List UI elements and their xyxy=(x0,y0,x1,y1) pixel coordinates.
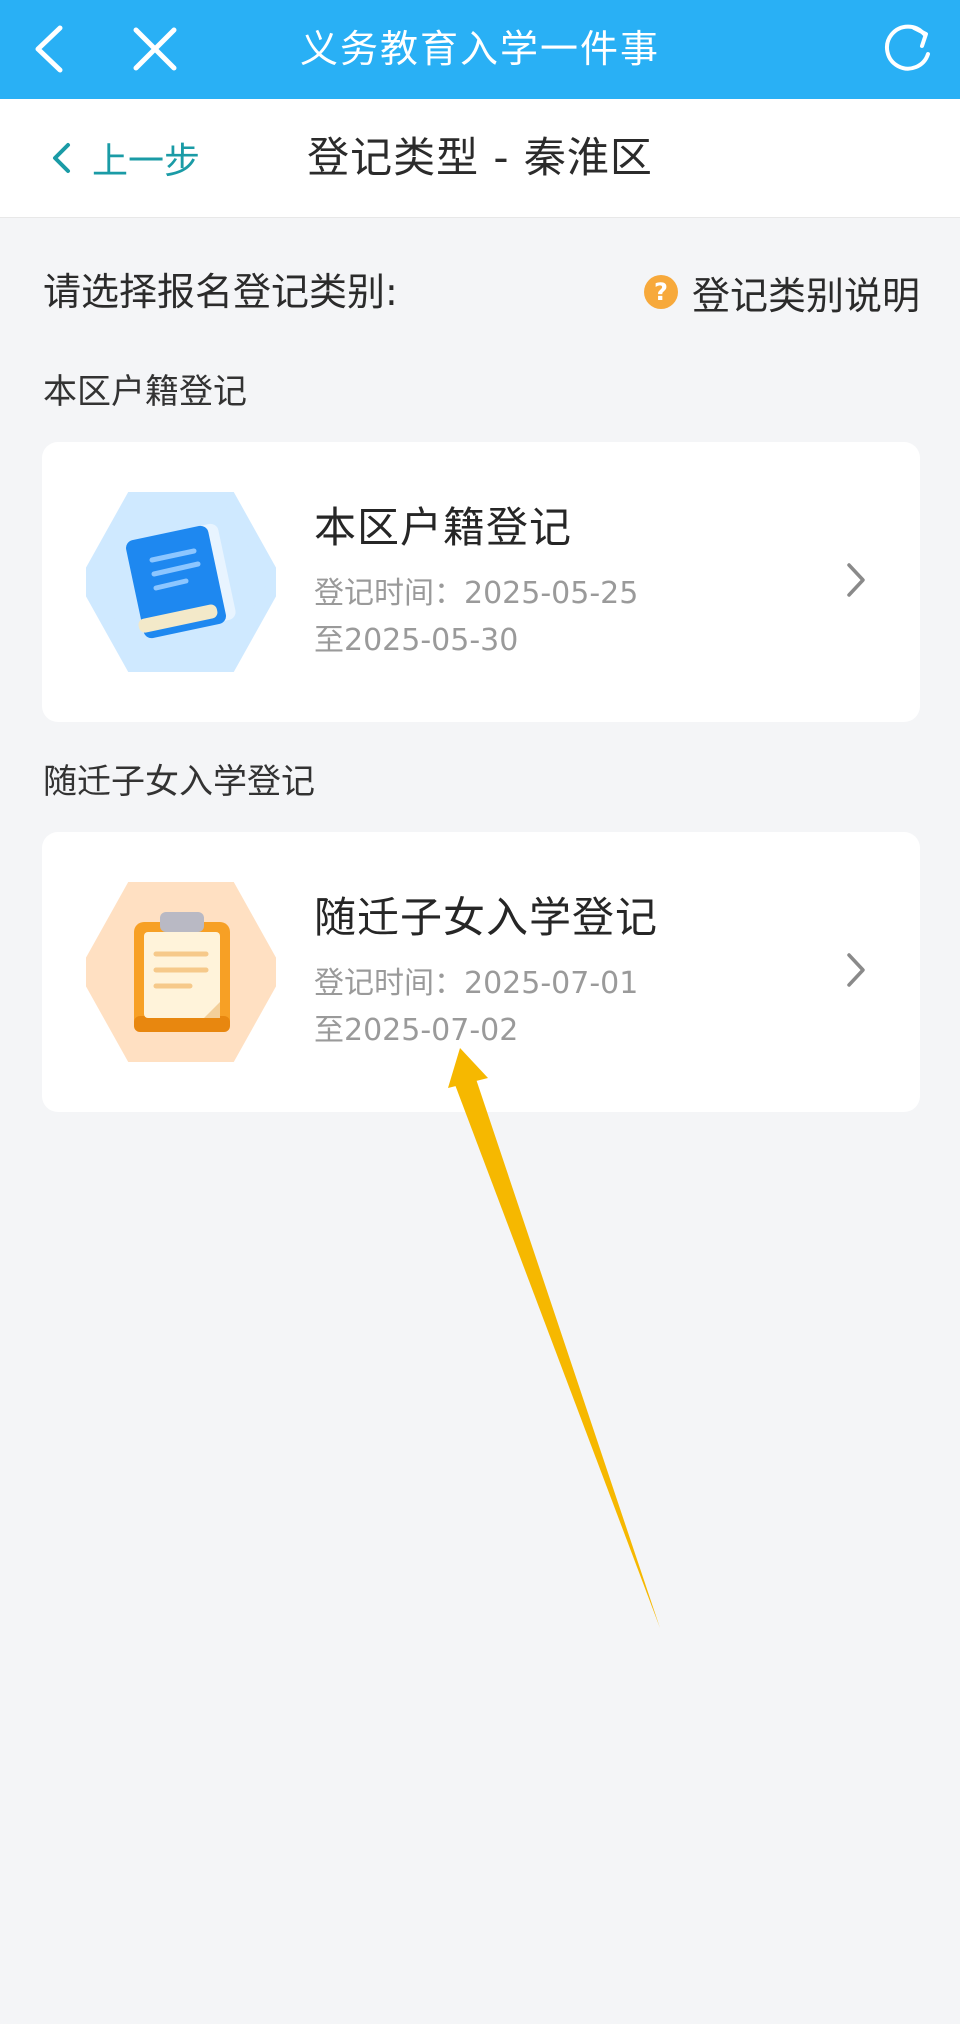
registration-period-start: 登记时间：2025-07-01 xyxy=(314,966,639,1001)
registration-period-end: 至2025-07-02 xyxy=(314,1013,519,1048)
card-local-hukou-registration[interactable]: 本区户籍登记 登记时间：2025-05-25 至2025-05-30 xyxy=(42,442,920,722)
registration-period-end: 至2025-05-30 xyxy=(314,623,519,658)
registration-period: 登记时间：2025-07-01 至2025-07-02 xyxy=(314,960,638,1054)
category-help-link[interactable]: ? 登记类别说明 xyxy=(643,262,920,322)
previous-step-button[interactable]: 上一步 xyxy=(48,129,200,187)
card-migrant-children-registration[interactable]: 随迁子女入学登记 登记时间：2025-07-01 至2025-07-02 xyxy=(42,832,920,1112)
chevron-right-icon xyxy=(847,953,865,987)
clipboard-icon xyxy=(86,882,276,1062)
refresh-icon[interactable] xyxy=(880,20,936,76)
card-title: 本区户籍登记 xyxy=(314,503,573,552)
chevron-right-icon xyxy=(847,563,865,597)
section-label-migrant-children: 随迁子女入学登记 xyxy=(43,762,315,802)
close-icon[interactable] xyxy=(128,22,182,76)
book-icon xyxy=(86,492,276,672)
page-title: 登记类型 - 秦淮区 xyxy=(307,133,653,182)
card-title: 随迁子女入学登记 xyxy=(314,893,659,942)
app-root: 义务教育入学一件事 上一步 登记类型 - 秦淮区 请选择报名登记类别: ? 登记… xyxy=(0,0,960,2024)
nav-header: 上一步 登记类型 - 秦淮区 xyxy=(0,99,960,218)
registration-period-start: 登记时间：2025-05-25 xyxy=(314,576,639,611)
previous-step-label: 上一步 xyxy=(92,141,201,182)
category-help-label: 登记类别说明 xyxy=(691,273,920,318)
chevron-left-icon xyxy=(53,143,70,173)
registration-period: 登记时间：2025-05-25 至2025-05-30 xyxy=(314,570,638,664)
question-icon: ? xyxy=(643,275,678,309)
back-icon[interactable] xyxy=(28,22,74,76)
select-category-prompt: 请选择报名登记类别: xyxy=(43,270,398,314)
app-bar: 义务教育入学一件事 xyxy=(0,0,960,99)
app-title: 义务教育入学一件事 xyxy=(299,27,660,71)
section-label-local-hukou: 本区户籍登记 xyxy=(43,372,247,412)
